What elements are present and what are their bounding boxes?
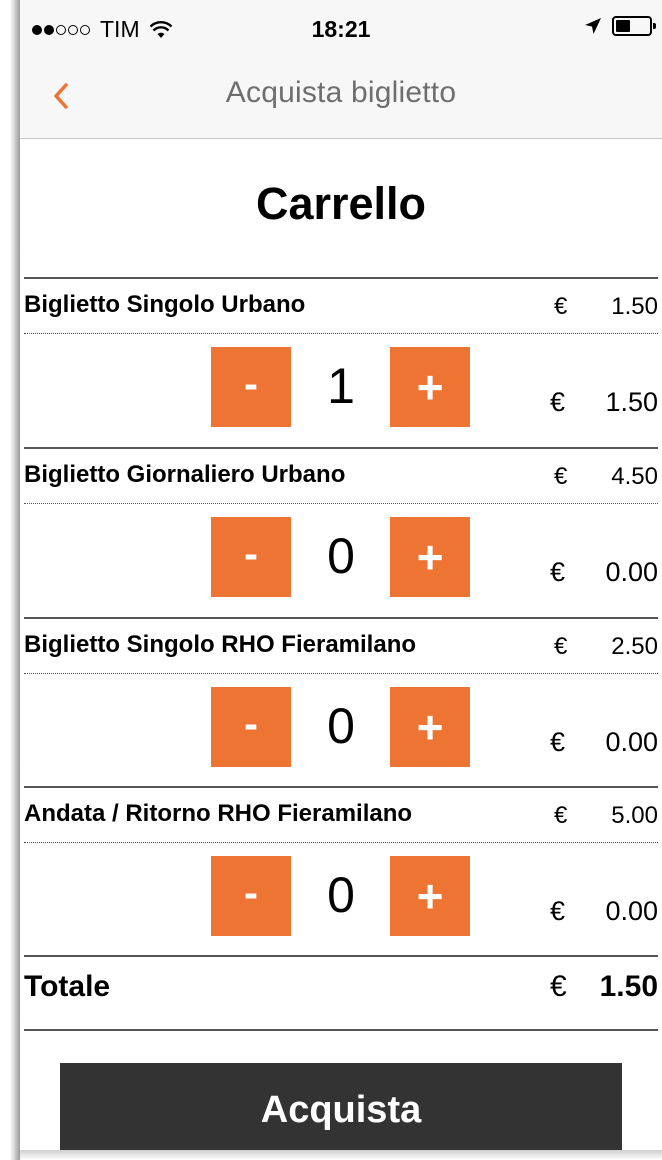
window-shadow-bottom: [20, 1150, 662, 1160]
location-arrow-icon: [585, 18, 601, 34]
phone-screen: TIM 18:21 Acquista biglietto Carrello Bi…: [20, 0, 662, 1150]
quantity-value: 1: [327, 358, 355, 414]
page-title: Carrello: [255, 178, 427, 229]
item-subtotal: 1.50: [605, 387, 658, 417]
divider: [24, 447, 658, 449]
dotted-divider: [24, 673, 658, 674]
divider: [24, 277, 658, 279]
navigation-bar: Acquista biglietto: [20, 58, 662, 139]
unit-price: 1.50: [611, 293, 658, 320]
quantity-value: 0: [327, 698, 355, 754]
currency-symbol: €: [550, 970, 567, 1003]
increase-quantity-button[interactable]: +: [390, 517, 470, 597]
decrease-quantity-button[interactable]: -: [211, 687, 291, 767]
battery-level: [616, 20, 631, 32]
cart-item: Biglietto Singolo Urbano € 1.50 - 1 + € …: [24, 277, 658, 447]
item-subtotal: 0.00: [605, 896, 658, 926]
item-subtotal: 0.00: [605, 557, 658, 587]
currency-symbol: €: [550, 727, 566, 757]
increase-quantity-button[interactable]: +: [390, 687, 470, 767]
item-name: Biglietto Giornaliero Urbano: [24, 461, 346, 488]
item-name: Biglietto Singolo Urbano: [24, 291, 306, 318]
item-name: Biglietto Singolo RHO Fieramilano: [24, 631, 417, 658]
dotted-divider: [24, 503, 658, 504]
divider: [24, 955, 658, 957]
currency-symbol: €: [550, 896, 566, 926]
increase-quantity-button[interactable]: +: [390, 347, 470, 427]
cart-item: Andata / Ritorno RHO Fieramilano € 5.00 …: [24, 786, 658, 956]
item-name: Andata / Ritorno RHO Fieramilano: [24, 800, 413, 827]
item-subtotal: 0.00: [605, 727, 658, 757]
decrease-quantity-button[interactable]: -: [211, 517, 291, 597]
divider: [24, 617, 658, 619]
increase-quantity-button[interactable]: +: [390, 856, 470, 936]
cart-item: Biglietto Singolo RHO Fieramilano € 2.50…: [24, 617, 658, 787]
total-value: 1.50: [599, 970, 658, 1003]
currency-symbol: €: [550, 557, 566, 587]
cart-item: Biglietto Giornaliero Urbano € 4.50 - 0 …: [24, 447, 658, 617]
battery-tip: [653, 23, 656, 29]
window-shadow-left: [0, 0, 20, 1160]
divider: [24, 786, 658, 788]
quantity-value: 0: [327, 528, 355, 584]
currency-symbol: €: [554, 463, 568, 490]
currency-symbol: €: [554, 293, 568, 320]
currency-symbol: €: [554, 633, 568, 660]
unit-price: 4.50: [611, 463, 658, 490]
unit-price: 2.50: [611, 633, 658, 660]
quantity-value: 0: [327, 867, 355, 923]
decrease-quantity-button[interactable]: -: [211, 856, 291, 936]
currency-symbol: €: [554, 802, 568, 829]
unit-price: 5.00: [611, 802, 658, 829]
status-bar: TIM 18:21: [20, 0, 662, 58]
status-right: [584, 16, 656, 36]
dotted-divider: [24, 333, 658, 334]
total-label: Totale: [24, 970, 111, 1003]
currency-symbol: €: [550, 387, 566, 417]
decrease-quantity-button[interactable]: -: [211, 347, 291, 427]
dotted-divider: [24, 842, 658, 843]
nav-title: Acquista biglietto: [225, 76, 457, 109]
app-frame: TIM 18:21 Acquista biglietto Carrello Bi…: [0, 0, 662, 1160]
buy-button[interactable]: Acquista: [60, 1063, 622, 1150]
divider: [24, 1029, 658, 1031]
status-time: 18:21: [311, 16, 371, 42]
battery-icon: [612, 16, 656, 36]
